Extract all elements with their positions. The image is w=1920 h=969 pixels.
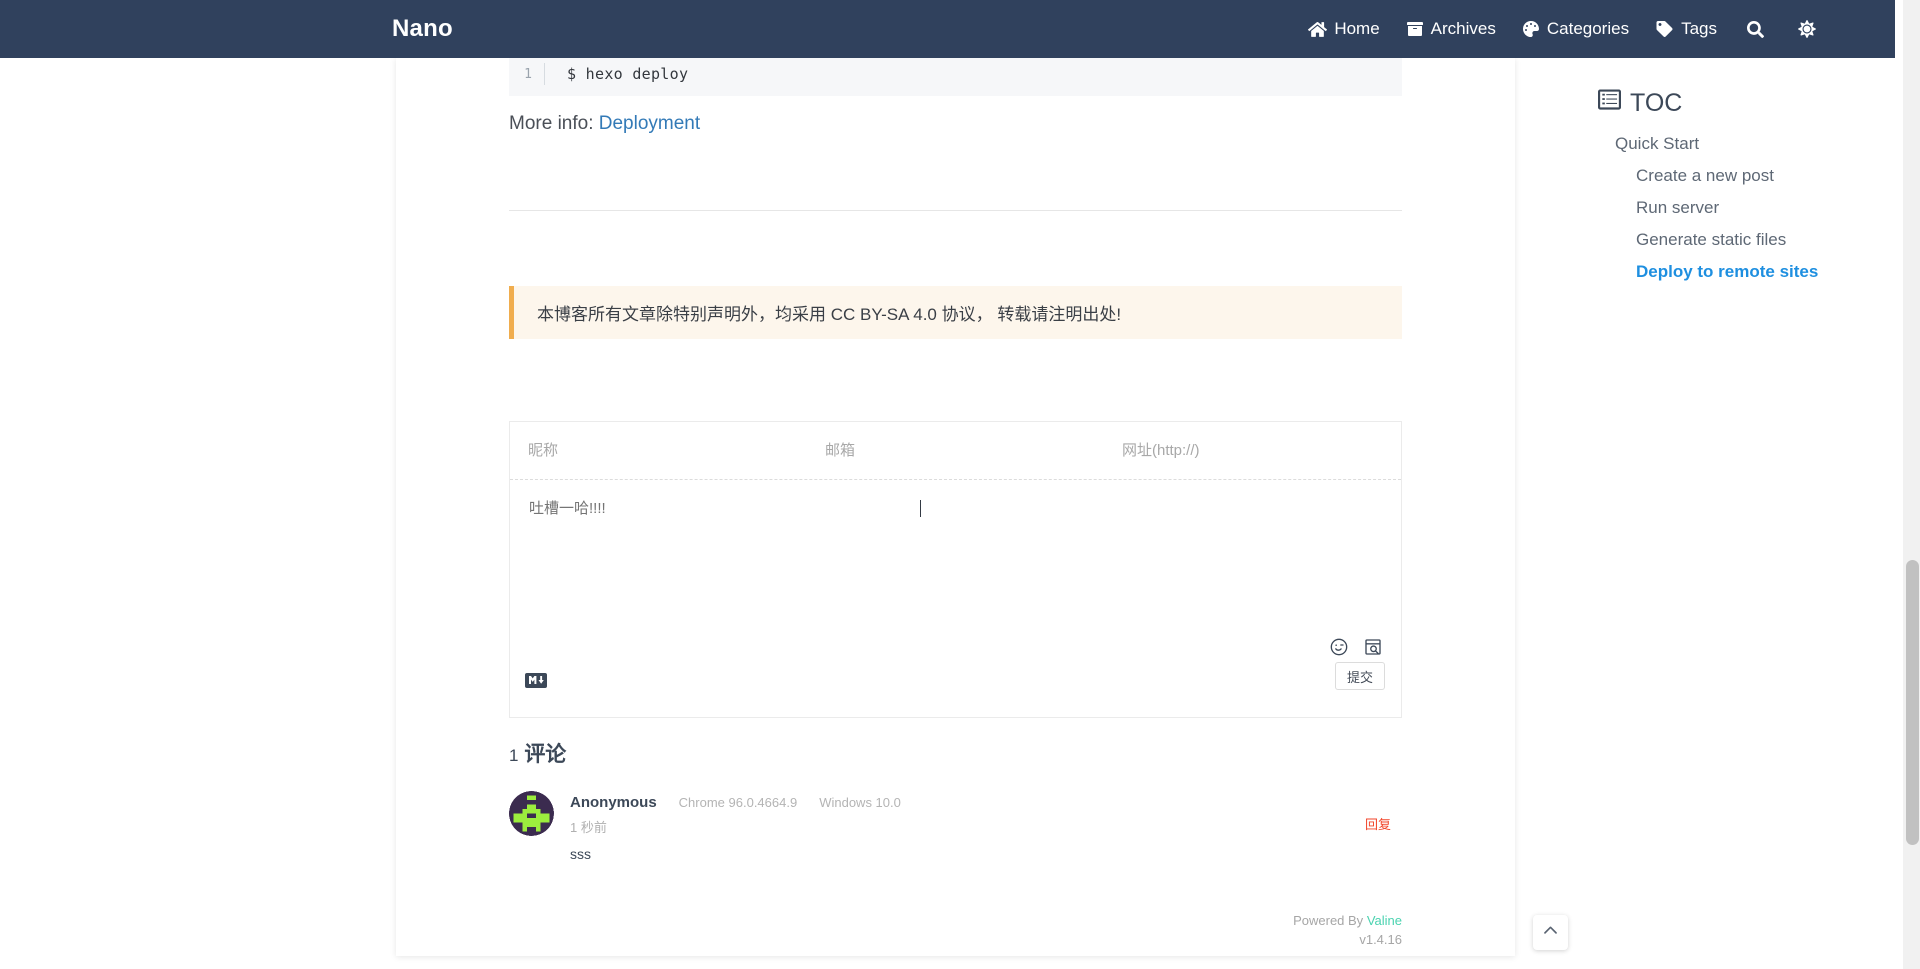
- comment-timestamp: 1 秒前: [570, 820, 607, 835]
- tag-icon: [1655, 21, 1674, 37]
- license-notice: 本博客所有文章除特别声明外，均采用 CC BY-SA 4.0 协议， 转载请注明…: [509, 286, 1402, 339]
- comment-reply-button[interactable]: 回复: [1365, 814, 1391, 833]
- comment-count-number: 1: [509, 746, 519, 765]
- website-input[interactable]: [1104, 422, 1401, 479]
- nav-item-archives-label: Archives: [1430, 19, 1496, 38]
- toc-list: Quick Start Create a new post Run server…: [1598, 134, 1898, 282]
- comment-count: 1 评论: [509, 738, 566, 768]
- comment-count-label: 评论: [524, 743, 567, 766]
- home-icon: [1308, 21, 1328, 38]
- preview-magnifier-icon[interactable]: [1363, 637, 1383, 657]
- submit-comment-button[interactable]: 提交: [1335, 662, 1385, 690]
- site-brand[interactable]: Nano: [392, 17, 453, 41]
- theme-toggle-button[interactable]: [1781, 20, 1833, 38]
- nav-item-categories-label: Categories: [1546, 19, 1630, 38]
- textarea-caret: [920, 500, 921, 517]
- more-info-prefix: More info:: [509, 113, 594, 134]
- valine-version: v1.4.16: [1359, 931, 1402, 947]
- comment-os: Windows 10.0: [819, 795, 901, 810]
- grid-squares-icon: [1522, 21, 1540, 37]
- comment-item: Anonymous Chrome 96.0.4664.9 Windows 10.…: [509, 791, 1402, 881]
- code-line-number: 1: [524, 66, 532, 82]
- more-info-line: More info: Deployment: [509, 113, 700, 135]
- code-content: $ hexo deploy: [567, 65, 689, 83]
- nav-links: Home Archives Categories Tags: [1295, 19, 1833, 39]
- back-to-top-icon: [1541, 921, 1560, 945]
- search-icon: [1747, 20, 1764, 38]
- markdown-badge-icon[interactable]: [525, 673, 547, 688]
- sun-icon: [1798, 20, 1816, 38]
- comment-body: sss: [570, 846, 591, 862]
- toc-item-create-a-new-post[interactable]: Create a new post: [1598, 166, 1898, 186]
- nickname-input[interactable]: [510, 422, 807, 479]
- article-divider: [509, 210, 1402, 211]
- toc-title: TOC: [1598, 88, 1898, 118]
- toc-item-generate-static-files[interactable]: Generate static files: [1598, 230, 1898, 250]
- nav-item-tags[interactable]: Tags: [1642, 19, 1730, 39]
- powered-by-line: Powered By Valine: [1293, 912, 1402, 931]
- back-to-top-button[interactable]: [1533, 915, 1568, 950]
- nav-item-home[interactable]: Home: [1295, 19, 1392, 39]
- deployment-link[interactable]: Deployment: [599, 113, 700, 134]
- comment-form-footer: 提交: [510, 662, 1401, 717]
- nav-item-categories[interactable]: Categories: [1509, 19, 1642, 39]
- comment-textarea[interactable]: [527, 496, 1372, 646]
- toc-title-label: TOC: [1630, 88, 1683, 117]
- nav-item-archives[interactable]: Archives: [1393, 19, 1509, 39]
- comment-author: Anonymous: [570, 794, 657, 811]
- comment-textarea-wrap: [510, 480, 1401, 665]
- article-card: 1 $ hexo deploy More info: Deployment 本博…: [396, 52, 1515, 956]
- list-lines-icon: [1598, 88, 1621, 118]
- toc-item-quick-start[interactable]: Quick Start: [1598, 134, 1898, 154]
- search-button[interactable]: [1730, 20, 1781, 38]
- comment-meta: Anonymous Chrome 96.0.4664.9 Windows 10.…: [570, 794, 901, 811]
- comment-form-header: [510, 422, 1401, 480]
- nav-item-tags-label: Tags: [1681, 19, 1717, 38]
- avatar: [509, 791, 554, 836]
- powered-by-prefix: Powered By: [1293, 913, 1364, 928]
- archive-box-icon: [1406, 21, 1424, 37]
- wink-smiley-icon[interactable]: [1329, 637, 1349, 657]
- toc-item-deploy-to-remote-sites[interactable]: Deploy to remote sites: [1598, 262, 1898, 282]
- valine-link[interactable]: Valine: [1367, 913, 1402, 928]
- toc-item-run-server[interactable]: Run server: [1598, 198, 1898, 218]
- comment-tools: [1329, 637, 1383, 657]
- page-scrollbar-thumb[interactable]: [1906, 560, 1919, 845]
- powered-by: Powered By Valine v1.4.16: [1293, 912, 1402, 950]
- comment-browser: Chrome 96.0.4664.9: [678, 795, 798, 810]
- comment-form: 提交: [509, 421, 1402, 718]
- email-input[interactable]: [807, 422, 1104, 479]
- page-root: Nano Home Archives Categories Tags 1 $ h…: [0, 0, 1920, 969]
- toc-panel: TOC Quick Start Create a new post Run se…: [1598, 88, 1898, 294]
- nav-item-home-label: Home: [1334, 19, 1380, 38]
- code-block: 1 $ hexo deploy: [509, 52, 1402, 96]
- top-navbar: Nano Home Archives Categories Tags: [0, 0, 1895, 58]
